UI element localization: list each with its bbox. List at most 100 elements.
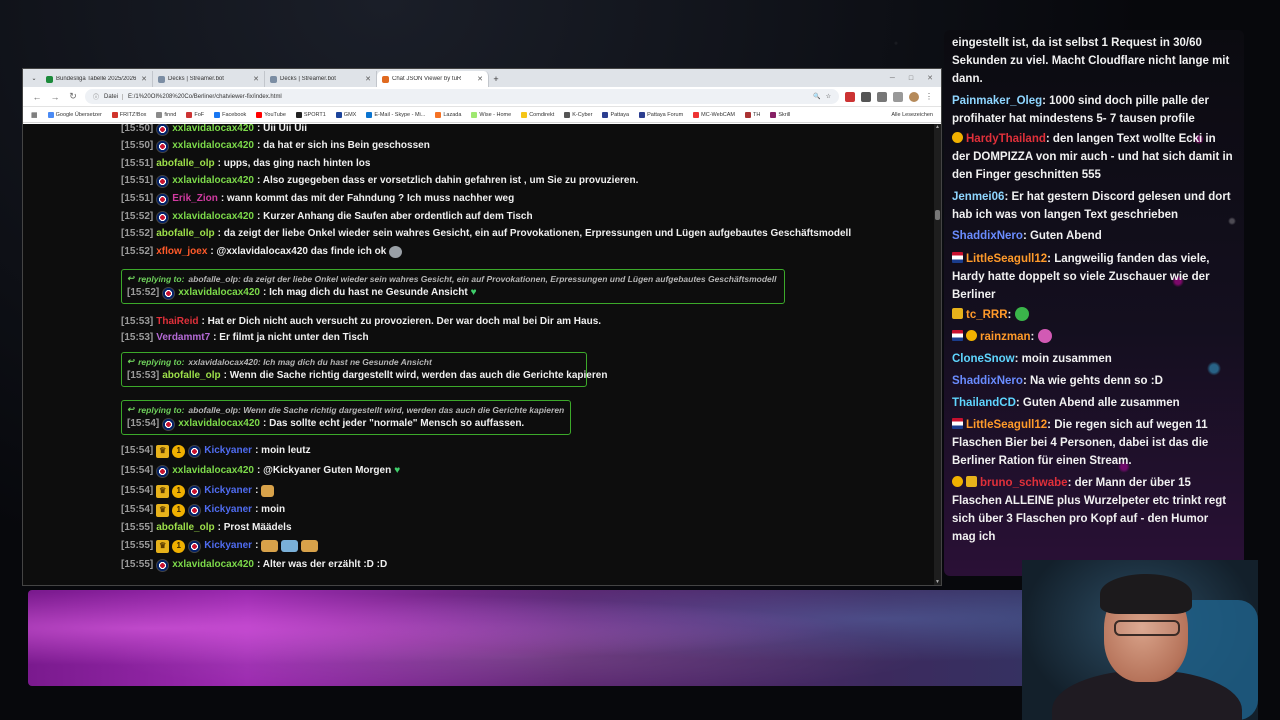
chat-username[interactable]: abofalle_olp xyxy=(156,157,214,171)
chat-username[interactable]: ThaiReid xyxy=(156,315,198,329)
chat-message: [15:55] xxlavidalocax420: Alter was der e… xyxy=(121,558,387,572)
chat-username[interactable]: abofalle_olp xyxy=(156,227,214,241)
bookmark-item[interactable]: Wise - Home xyxy=(471,111,511,118)
bookmark-item[interactable]: TH xyxy=(745,111,761,118)
tab-chat-viewer[interactable]: Chat JSON Viewer by tuR ✕ xyxy=(377,71,489,87)
close-icon[interactable]: ✕ xyxy=(365,75,371,83)
overlay-chat-text: : moin zusammen xyxy=(1014,353,1112,365)
bookmark-item[interactable]: Skrill xyxy=(770,111,790,118)
timestamp: [15:51] xyxy=(121,193,154,204)
extensions-area: ⋮ xyxy=(845,91,933,102)
extension-icon[interactable] xyxy=(861,91,871,102)
bookmark-star-icon[interactable]: ☆ xyxy=(826,93,831,100)
bookmark-label: Google Übersetzer xyxy=(55,111,102,118)
chat-username[interactable]: xxlavidalocax420 xyxy=(172,174,254,188)
chat-username[interactable]: abofalle_olp xyxy=(156,521,214,535)
bookmark-item[interactable]: Google Übersetzer xyxy=(47,111,102,118)
bookmark-item[interactable]: Comdirekt xyxy=(521,111,554,118)
chat-username[interactable]: Kickyaner xyxy=(204,444,252,458)
extension-icon[interactable] xyxy=(893,91,903,102)
chat-username[interactable]: Kickyaner xyxy=(204,503,252,517)
bookmark-item[interactable]: SPORT1 xyxy=(295,111,326,118)
chat-username[interactable]: xxlavidalocax420 xyxy=(178,417,260,431)
bookmark-item[interactable]: Pattaya xyxy=(602,111,629,118)
crown-badge-icon xyxy=(966,476,977,487)
bookmark-item[interactable]: E-Mail - Skype - Mi... xyxy=(366,111,425,118)
bookmark-label: TH xyxy=(753,111,761,118)
green-heart-icon: ♥ xyxy=(394,465,401,476)
scroll-down-icon[interactable]: ▼ xyxy=(934,579,941,585)
tab-bundesliga[interactable]: Bundesliga Tabelle 2025/2026 | ✕ xyxy=(41,71,153,87)
extension-icon[interactable] xyxy=(877,91,887,102)
chat-text: : Wenn die Sache richtig dargestellt wir… xyxy=(223,370,608,381)
reload-icon[interactable]: ↻ xyxy=(67,91,79,102)
close-icon[interactable]: ✕ xyxy=(141,75,147,83)
bookmark-item[interactable]: GMX xyxy=(335,111,356,118)
glasses xyxy=(1114,620,1180,636)
chat-username[interactable]: Verdammt7 xyxy=(156,331,210,345)
chat-username[interactable]: Erik_Zion xyxy=(172,192,218,206)
scroll-up-icon[interactable]: ▲ xyxy=(934,124,941,130)
page-scrollbar[interactable]: ▲ ▼ xyxy=(934,124,941,585)
zoom-icon[interactable]: 🔍 xyxy=(813,93,820,100)
bookmark-item[interactable]: YouTube xyxy=(256,111,286,118)
new-tab-button[interactable]: + xyxy=(489,71,503,87)
tab-label: Bundesliga Tabelle 2025/2026 | xyxy=(56,76,139,82)
bookmark-favicon-icon xyxy=(186,111,193,118)
bookmark-item[interactable]: FoF xyxy=(186,111,204,118)
timestamp: [15:52] xyxy=(127,287,160,298)
chat-username[interactable]: Kickyaner xyxy=(204,539,252,553)
uk-flag-badge-icon xyxy=(188,503,202,517)
bookmark-item[interactable]: Lazada xyxy=(435,111,461,118)
bookmark-item[interactable]: MC-WebCAM xyxy=(693,111,735,118)
url-input[interactable]: ⓘ Datei E:/1%20OI%208%20Co/Berliner/chat… xyxy=(85,89,839,104)
maximize-icon[interactable]: □ xyxy=(909,71,913,87)
close-window-icon[interactable]: ✕ xyxy=(927,71,933,87)
url-text: E:/1%20OI%208%20Co/Berliner/chatviewer-f… xyxy=(128,93,282,100)
tab-decks-1[interactable]: Decks | Streamer.bot ✕ xyxy=(153,71,265,87)
overlay-chat-message: ThailandCD: Guten Abend alle zusammen xyxy=(952,394,1234,412)
tab-search-icon[interactable]: ⌄ xyxy=(27,71,41,87)
bookmark-item[interactable]: Facebook xyxy=(214,111,247,118)
chat-text: : Prost Määdels xyxy=(217,522,292,533)
coin-badge-icon xyxy=(966,330,977,341)
timestamp: [15:51] xyxy=(121,158,154,169)
info-icon[interactable]: ⓘ xyxy=(93,92,99,101)
chat-username[interactable]: abofalle_olp xyxy=(162,369,220,383)
profile-avatar[interactable] xyxy=(909,91,919,102)
chat-username[interactable]: xxlavidalocax420 xyxy=(178,286,260,300)
close-icon[interactable]: ✕ xyxy=(253,75,259,83)
close-icon[interactable]: ✕ xyxy=(477,75,483,83)
chat-message: [15:52] xxlavidalocax420: Kurzer Anhang d… xyxy=(121,210,533,224)
bookmark-item[interactable]: K-Cyber xyxy=(564,111,592,118)
timestamp: [15:52] xyxy=(121,246,154,257)
tab-decks-2[interactable]: Decks | Streamer.bot ✕ xyxy=(265,71,377,87)
all-bookmarks-button[interactable]: Alle Lesezeichen xyxy=(891,112,933,118)
scrollbar-thumb[interactable] xyxy=(935,210,940,220)
timestamp: [15:53] xyxy=(121,316,154,327)
chat-username[interactable]: xflow_joex xyxy=(156,245,207,259)
chat-username[interactable]: xxlavidalocax420 xyxy=(172,124,254,136)
bookmark-label: Facebook xyxy=(222,111,247,118)
extension-icon[interactable] xyxy=(845,91,855,102)
uk-flag-badge-icon xyxy=(188,484,202,498)
chat-username[interactable]: xxlavidalocax420 xyxy=(172,558,254,572)
minimize-icon[interactable]: ─ xyxy=(890,71,895,87)
bookmark-item[interactable]: FRITZ!Box xyxy=(111,111,146,118)
forward-icon[interactable]: → xyxy=(49,92,61,102)
chat-username[interactable]: xxlavidalocax420 xyxy=(172,139,254,153)
timestamp: [15:54] xyxy=(121,445,154,456)
coin-badge-icon xyxy=(952,476,963,487)
menu-icon[interactable]: ⋮ xyxy=(925,92,933,102)
overlay-chat-username: LittleSeagull12 xyxy=(966,253,1048,265)
overlay-chat-text: : xyxy=(1007,309,1012,321)
emote-icon xyxy=(389,246,403,258)
uk-flag-badge-icon xyxy=(188,444,202,458)
bookmark-item[interactable]: finnd xyxy=(156,111,176,118)
chat-username[interactable]: Kickyaner xyxy=(204,484,252,498)
apps-icon[interactable]: ▦ xyxy=(31,111,38,119)
bookmark-item[interactable]: Pattaya Forum xyxy=(639,111,683,118)
back-icon[interactable]: ← xyxy=(31,92,43,102)
chat-username[interactable]: xxlavidalocax420 xyxy=(172,210,254,224)
chat-username[interactable]: xxlavidalocax420 xyxy=(172,464,254,478)
